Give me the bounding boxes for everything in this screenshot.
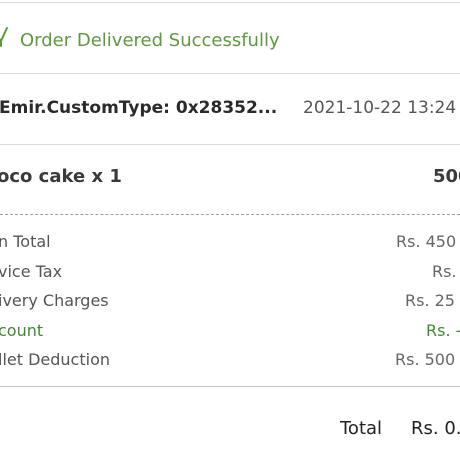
charge-wallet-deduction: llet Deduction Rs. 500 [0,350,460,374]
order-total: Total Rs. 0. [0,416,460,444]
order-divider [0,144,460,145]
dashed-divider [0,214,460,215]
charge-service-tax: vice Tax Rs. [0,262,460,286]
checkmark-icon [0,26,8,48]
charge-label: vice Tax [0,262,63,281]
total-value: Rs. 0. [411,418,460,439]
status-divider [0,73,460,74]
charge-item-total: n Total Rs. 450 [0,232,460,256]
charge-label: count [0,321,44,340]
item-price: 500 [433,166,460,187]
charge-label: llet Deduction [0,350,110,369]
order-status: Order Delivered Successfully [0,22,460,62]
item-name: oco cake x 1 [0,166,122,187]
bottom-divider [0,386,460,387]
charge-value: Rs. 25 [405,291,455,310]
status-text: Order Delivered Successfully [20,30,280,51]
charge-label: n Total [0,232,51,251]
order-datetime: 2021-10-22 13:24 [303,98,457,118]
charge-value: Rs. 500 [395,350,456,369]
order-header: Emir.CustomType: 0x28352... 2021-10-22 1… [0,96,460,126]
order-id: Emir.CustomType: 0x28352... [0,98,278,118]
charge-delivery: ivery Charges Rs. 25 [0,291,460,315]
charge-value: Rs. - [426,321,460,340]
total-label: Total [340,418,383,439]
charge-value: Rs. [432,262,457,281]
charge-value: Rs. 450 [396,232,457,251]
charge-label: ivery Charges [0,291,109,310]
charge-discount: count Rs. - [0,321,460,345]
list-item: oco cake x 1 500 [0,164,460,194]
top-divider [0,2,460,3]
